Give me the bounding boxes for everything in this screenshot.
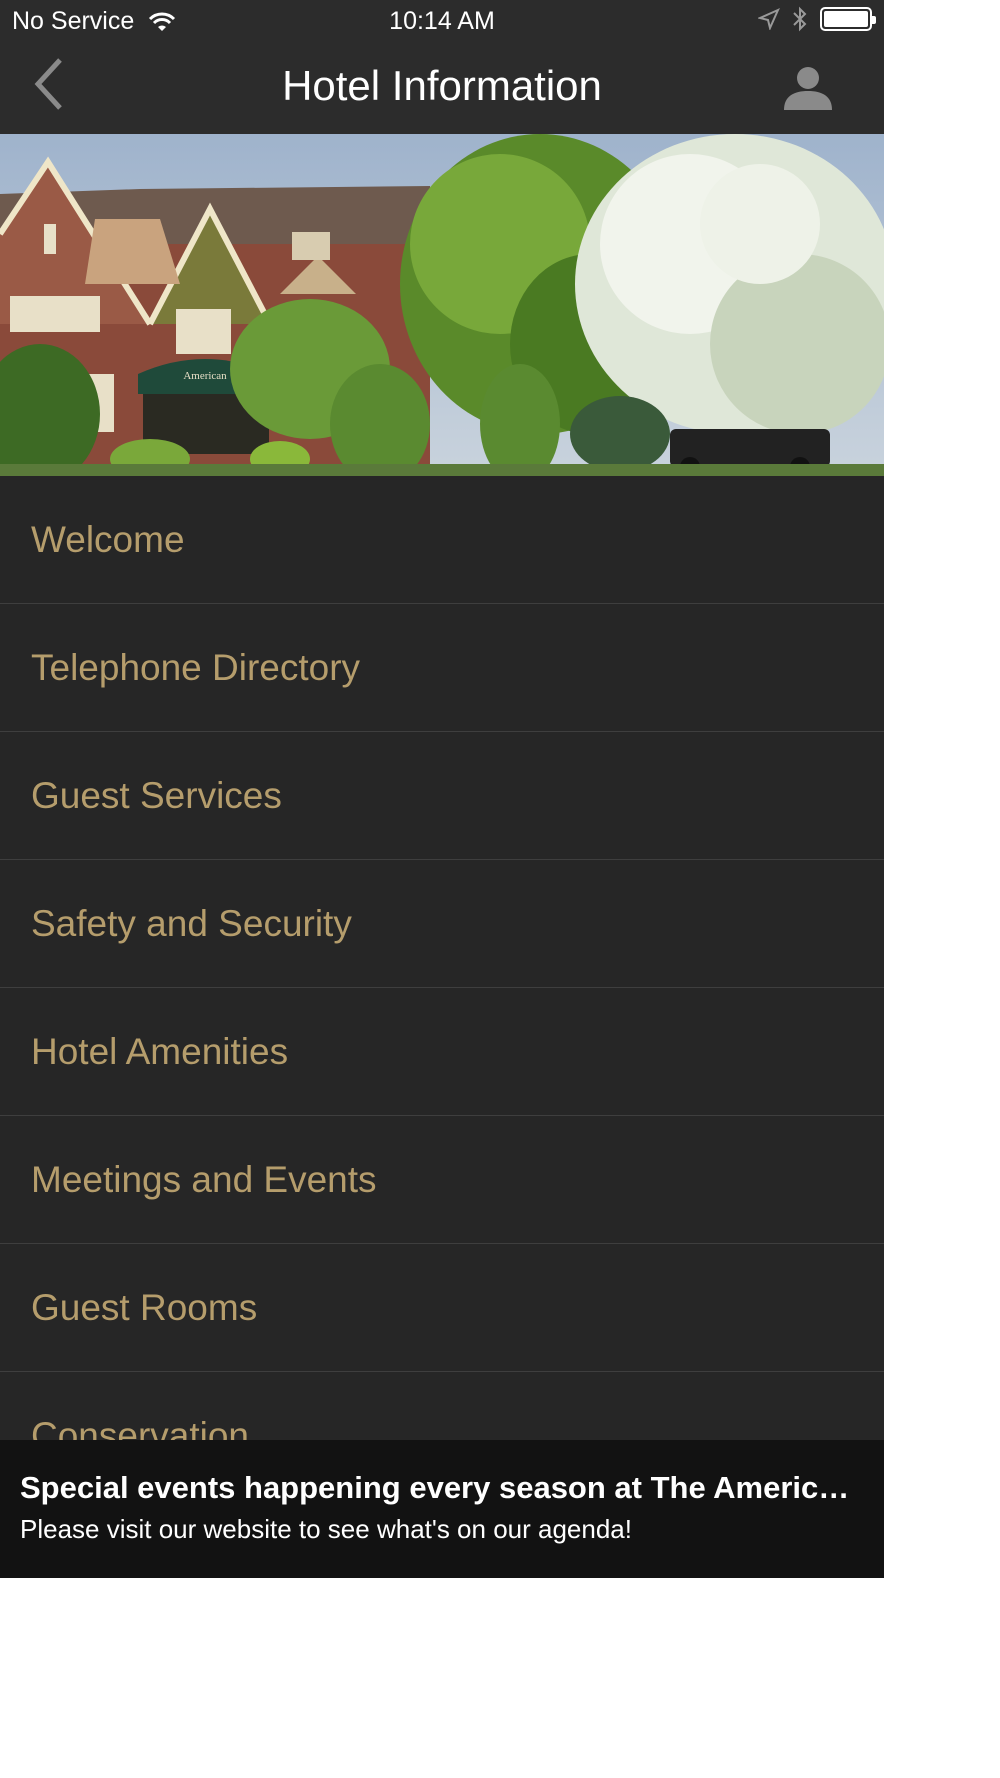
hotel-photo: American (0, 134, 884, 476)
status-bar: No Service 10:14 AM (0, 0, 884, 44)
menu-item-label: Hotel Amenities (31, 1030, 289, 1072)
navigation-bar: Hotel Information (0, 44, 884, 134)
user-icon[interactable] (782, 64, 834, 112)
banner-subtitle: Please visit our website to see what's o… (20, 1514, 632, 1544)
screen: No Service 10:14 AM Hotel Information Am… (0, 0, 1000, 1778)
menu-item-meetings-and-events[interactable]: Meetings and Events (0, 1116, 884, 1244)
menu-list: Welcome Telephone Directory Guest Servic… (0, 476, 884, 1500)
menu-item-welcome[interactable]: Welcome (0, 476, 884, 604)
bluetooth-icon (793, 6, 807, 32)
menu-item-safety-and-security[interactable]: Safety and Security (0, 860, 884, 988)
hotel-hero-image: American (0, 134, 884, 476)
menu-item-telephone-directory[interactable]: Telephone Directory (0, 604, 884, 732)
battery-icon (820, 7, 876, 31)
banner-title: Special events happening every season at… (20, 1470, 864, 1505)
menu-item-label: Meetings and Events (31, 1158, 377, 1200)
menu-item-guest-rooms[interactable]: Guest Rooms (0, 1244, 884, 1372)
menu-item-label: Telephone Directory (31, 646, 361, 688)
page-title: Hotel Information (282, 62, 602, 109)
menu-item-guest-services[interactable]: Guest Services (0, 732, 884, 860)
location-arrow-icon (758, 8, 780, 30)
notification-banner[interactable]: Special events happening every season at… (0, 1440, 884, 1578)
app-window: No Service 10:14 AM Hotel Information Am… (0, 0, 884, 1778)
sign-text: American (183, 370, 227, 382)
menu-item-hotel-amenities[interactable]: Hotel Amenities (0, 988, 884, 1116)
menu-item-label: Guest Services (31, 774, 282, 816)
blank-area (0, 1578, 884, 1778)
status-right (746, 6, 876, 32)
menu-item-label: Safety and Security (31, 902, 352, 944)
menu-item-label: Guest Rooms (31, 1286, 258, 1328)
menu-item-label: Welcome (31, 518, 185, 560)
